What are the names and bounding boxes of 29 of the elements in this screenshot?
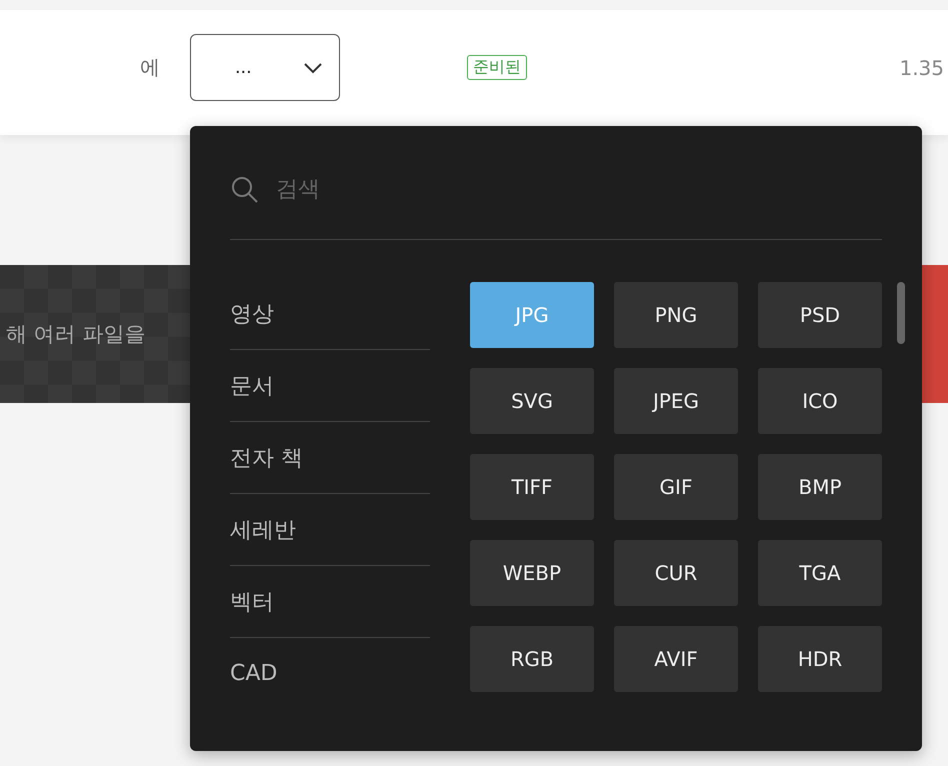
format-button[interactable]: WEBP — [470, 540, 594, 606]
category-item[interactable]: 문서 — [230, 350, 430, 422]
search-icon — [230, 174, 260, 204]
search-field[interactable]: 검색 — [274, 176, 478, 203]
to-label: 에 — [140, 54, 161, 81]
status-badge: 준비된 — [467, 55, 527, 80]
category-item[interactable]: 전자 책 — [230, 422, 430, 494]
format-button[interactable]: RGB — [470, 626, 594, 692]
format-button[interactable]: PSD — [758, 282, 882, 348]
format-button[interactable]: HDR — [758, 626, 882, 692]
category-item[interactable]: CAD — [230, 638, 430, 709]
format-button[interactable]: TGA — [758, 540, 882, 606]
format-button[interactable]: JPEG — [614, 368, 738, 434]
format-button[interactable]: AVIF — [614, 626, 738, 692]
format-button[interactable]: GIF — [614, 454, 738, 520]
format-button[interactable]: ICO — [758, 368, 882, 434]
format-button[interactable]: BMP — [758, 454, 882, 520]
format-button[interactable]: TIFF — [470, 454, 594, 520]
file-size: 1.35 — [899, 56, 944, 80]
category-item[interactable]: 벡터 — [230, 566, 430, 638]
category-item[interactable]: 세레반 — [230, 494, 430, 566]
format-button[interactable]: PNG — [614, 282, 738, 348]
format-select[interactable]: ... — [190, 34, 340, 101]
chevron-down-icon — [303, 62, 323, 74]
category-item[interactable]: 영상 — [230, 278, 430, 350]
format-button[interactable]: SVG — [470, 368, 594, 434]
scrollbar-thumb[interactable] — [897, 282, 905, 344]
banner-text: 해 여러 파일을 — [6, 321, 146, 348]
format-button[interactable]: CUR — [614, 540, 738, 606]
